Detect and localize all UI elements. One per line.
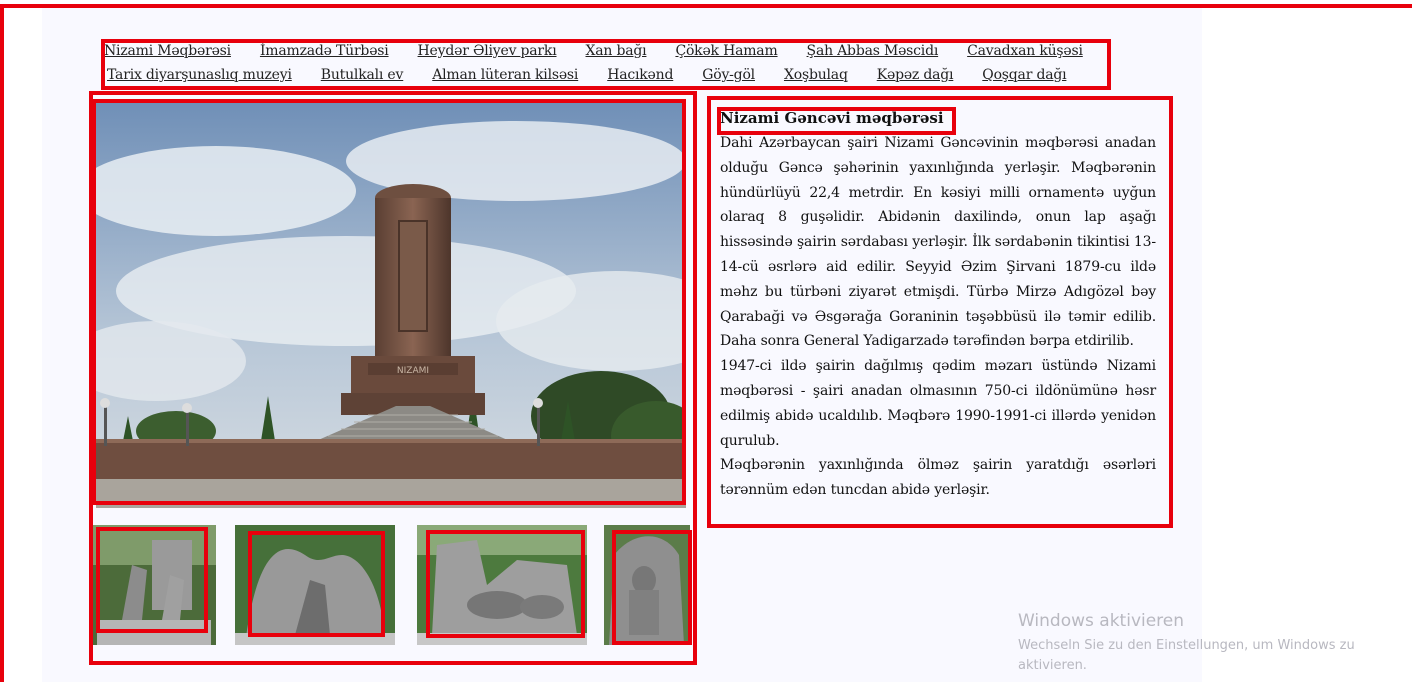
nav-highlight-box (101, 39, 1111, 90)
article-paragraph-3: Məqbərənin yaxınlığında ölməz şairin yar… (720, 457, 1156, 499)
article-paragraph-2: 1947-ci ildə şairin dağılmış qədim məzar… (720, 358, 1156, 449)
article-paragraph-1: Dahi Azərbaycan şairi Nizami Gəncəvinin … (720, 135, 1156, 350)
windows-activation-title: Windows aktivieren (1018, 611, 1185, 631)
gallery-highlight-box (89, 91, 697, 665)
article-body: Dahi Azərbaycan şairi Nizami Gəncəvinin … (720, 131, 1156, 503)
windows-activation-subtitle: Wechseln Sie zu den Einstellungen, um Wi… (1018, 638, 1355, 673)
